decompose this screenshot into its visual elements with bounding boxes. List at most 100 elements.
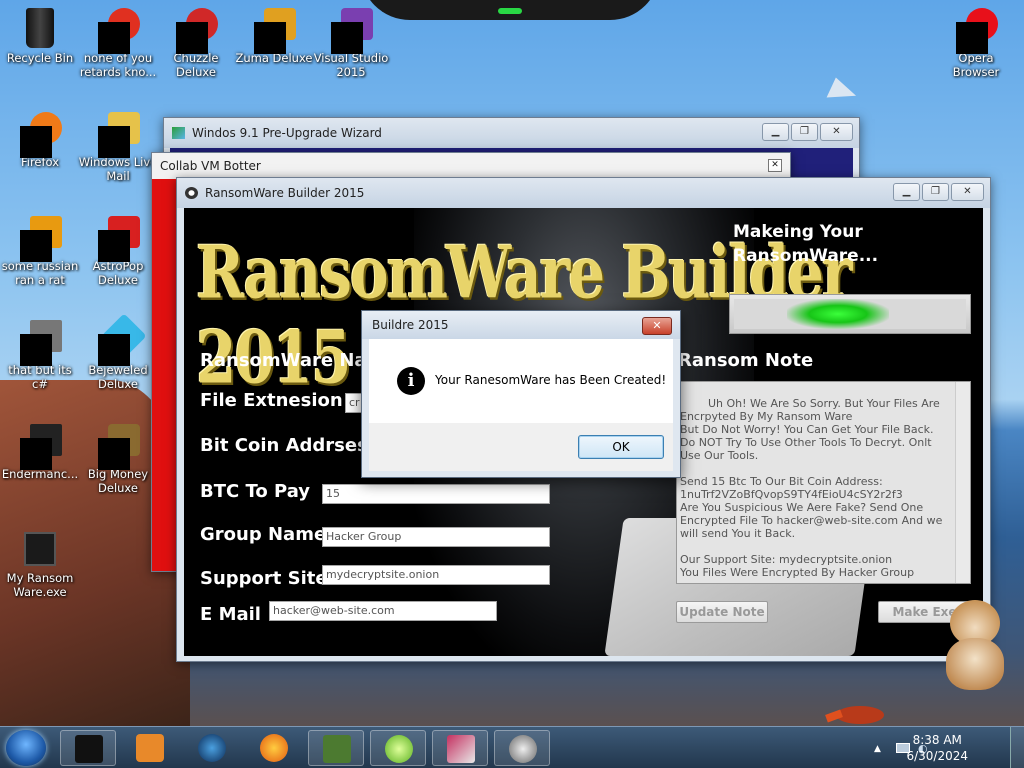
wizard-titlebar[interactable]: Windos 9.1 Pre-Upgrade Wizard ▁ ❐ ✕ <box>164 118 859 148</box>
update-note-button[interactable]: Update Note <box>676 601 768 623</box>
desktop-icon-opera[interactable]: Opera Browser <box>936 2 1016 79</box>
taskbar-item-cmd[interactable] <box>60 730 116 766</box>
btc-to-pay-label: BTC To Pay <box>200 481 311 502</box>
dialog-close-button[interactable]: ✕ <box>642 317 672 335</box>
desktop-icon-zuma[interactable]: Zuma Deluxe <box>234 2 314 65</box>
dialog-message-area: i Your RanesomWare has Been Created! <box>369 339 673 423</box>
builder-titlebar[interactable]: RansomWare Builder 2015 ▁ ❐ ✕ <box>177 178 990 208</box>
clock[interactable]: 8:38 AM 6/30/2024 <box>906 732 968 764</box>
icon-label: some russian ran a rat <box>1 259 79 287</box>
wizard-app-icon <box>172 127 185 139</box>
taskbar-item-media[interactable] <box>122 730 178 766</box>
support-site-label: Support Site <box>200 568 328 589</box>
status-led <box>498 8 522 14</box>
exe-icon <box>24 532 56 566</box>
builder-app-icon <box>447 735 475 763</box>
info-icon: i <box>397 367 425 395</box>
btc-to-pay-input[interactable]: 15 <box>322 484 550 504</box>
firefox-icon <box>260 734 288 762</box>
dialog-title: Buildre 2015 <box>372 318 449 332</box>
desktop-icon-my-ransomware[interactable]: My Ransom Ware.exe <box>0 522 80 599</box>
botter-title: Collab VM Botter <box>160 159 261 173</box>
wizard-title: Windos 9.1 Pre-Upgrade Wizard <box>192 126 382 140</box>
icon-label: Big Money Deluxe <box>87 467 149 495</box>
skull-icon <box>509 735 537 763</box>
note-scrollbar[interactable] <box>955 382 970 583</box>
taskbar-item-globe[interactable] <box>184 730 240 766</box>
desktop-icon-russian-rat[interactable]: some russian ran a rat <box>0 210 80 287</box>
hamster-pet-icon[interactable] <box>944 600 1006 690</box>
group-name-label: Group Name <box>200 524 327 545</box>
group-name-input[interactable]: Hacker Group <box>322 527 550 547</box>
ransom-note-label: Ransom Note <box>678 350 814 371</box>
created-dialog[interactable]: Buildre 2015 ✕ i Your RanesomWare has Be… <box>361 310 681 478</box>
desktop-icon-firefox[interactable]: Firefox <box>0 106 80 169</box>
minimize-button[interactable]: ▁ <box>893 183 920 201</box>
ransom-note-text: Uh Oh! We Are So Sorry. But Your Files A… <box>680 397 943 579</box>
maximize-button[interactable]: ❐ <box>922 183 949 201</box>
recycle-bin-icon <box>26 8 54 48</box>
icon-label: Chuzzle Deluxe <box>173 51 219 79</box>
build-progress-bar <box>729 294 971 334</box>
icon-label: that but its c# <box>8 363 72 391</box>
email-label: E Mail <box>200 604 261 625</box>
clock-time: 8:38 AM <box>912 733 962 747</box>
desktop-icon-live-mail[interactable]: Windows Live Mail <box>78 106 158 183</box>
file-extension-label: File Extnesion <box>200 390 343 411</box>
taskbar-item-skull[interactable] <box>494 730 550 766</box>
taskbar: ▲ ◐ 8:38 AM 6/30/2024 <box>0 726 1024 768</box>
show-desktop-button[interactable] <box>1010 727 1024 768</box>
progress-fill <box>787 299 890 329</box>
bird-pet-icon[interactable] <box>825 700 892 726</box>
desktop-icon-none-of-you[interactable]: none of you retards kno... <box>78 2 158 79</box>
minimize-button[interactable]: ▁ <box>762 123 789 141</box>
builder-title: RansomWare Builder 2015 <box>205 186 365 200</box>
builder-app-icon <box>185 187 198 199</box>
build-status-text: Makeing Your RansomWare... <box>733 222 879 266</box>
icon-label: Visual Studio 2015 <box>313 51 389 79</box>
close-button[interactable]: ✕ <box>820 123 853 141</box>
desktop-icon-recycle-bin[interactable]: Recycle Bin <box>0 2 80 65</box>
email-input[interactable]: hacker@web-site.com <box>269 601 497 621</box>
lime-icon <box>385 735 413 763</box>
top-device-bar <box>360 0 660 20</box>
ransomware-name-label: RansomWare Nam <box>200 350 386 371</box>
taskbar-item-minecraft[interactable] <box>308 730 364 766</box>
minecraft-icon <box>323 735 351 763</box>
icon-label: Bejeweled Deluxe <box>88 363 148 391</box>
start-button[interactable] <box>6 730 46 766</box>
desktop-icon-that-but-c[interactable]: that but its c# <box>0 314 80 391</box>
icon-label: Recycle Bin <box>6 51 74 65</box>
taskbar-item-firefox[interactable] <box>246 730 302 766</box>
icon-label: AstroPop Deluxe <box>92 259 144 287</box>
support-site-input[interactable]: mydecryptsite.onion <box>322 565 550 585</box>
desktop-icon-big-money[interactable]: Big Money Deluxe <box>78 418 158 495</box>
clock-date: 6/30/2024 <box>906 749 968 763</box>
system-tray: ▲ ◐ 8:38 AM 6/30/2024 <box>864 727 1024 768</box>
desktop-icon-visual-studio[interactable]: Visual Studio 2015 <box>311 2 391 79</box>
globe-icon <box>198 734 226 762</box>
dialog-titlebar[interactable]: Buildre 2015 ✕ <box>362 311 680 339</box>
media-player-icon <box>136 734 164 762</box>
close-button[interactable]: ✕ <box>768 159 782 172</box>
close-button[interactable]: ✕ <box>951 183 984 201</box>
ok-button[interactable]: OK <box>578 435 664 459</box>
ransom-note-textarea[interactable]: Uh Oh! We Are So Sorry. But Your Files A… <box>676 381 971 584</box>
icon-label: none of you retards kno... <box>79 51 157 79</box>
tray-expand-icon[interactable]: ▲ <box>874 744 881 754</box>
icon-label: Windows Live Mail <box>78 155 158 183</box>
botter-titlebar[interactable]: Collab VM Botter ✕ <box>152 153 790 179</box>
desktop-icon-bejeweled[interactable]: Bejeweled Deluxe <box>78 313 158 391</box>
paper-plane-icon <box>826 77 860 109</box>
desktop-icon-astropop[interactable]: AstroPop Deluxe <box>78 210 158 287</box>
terminal-icon <box>75 735 103 763</box>
bitcoin-address-label: Bit Coin Addrses <box>200 435 368 456</box>
desktop-icon-chuzzle[interactable]: Chuzzle Deluxe <box>156 2 236 79</box>
icon-label: Opera Browser <box>952 51 1000 79</box>
maximize-button[interactable]: ❐ <box>791 123 818 141</box>
dialog-footer: OK <box>369 423 673 471</box>
icon-label: My Ransom Ware.exe <box>6 571 74 599</box>
desktop-icon-endermanch[interactable]: Endermanc... <box>0 418 80 481</box>
taskbar-item-lime[interactable] <box>370 730 426 766</box>
taskbar-item-builder[interactable] <box>432 730 488 766</box>
